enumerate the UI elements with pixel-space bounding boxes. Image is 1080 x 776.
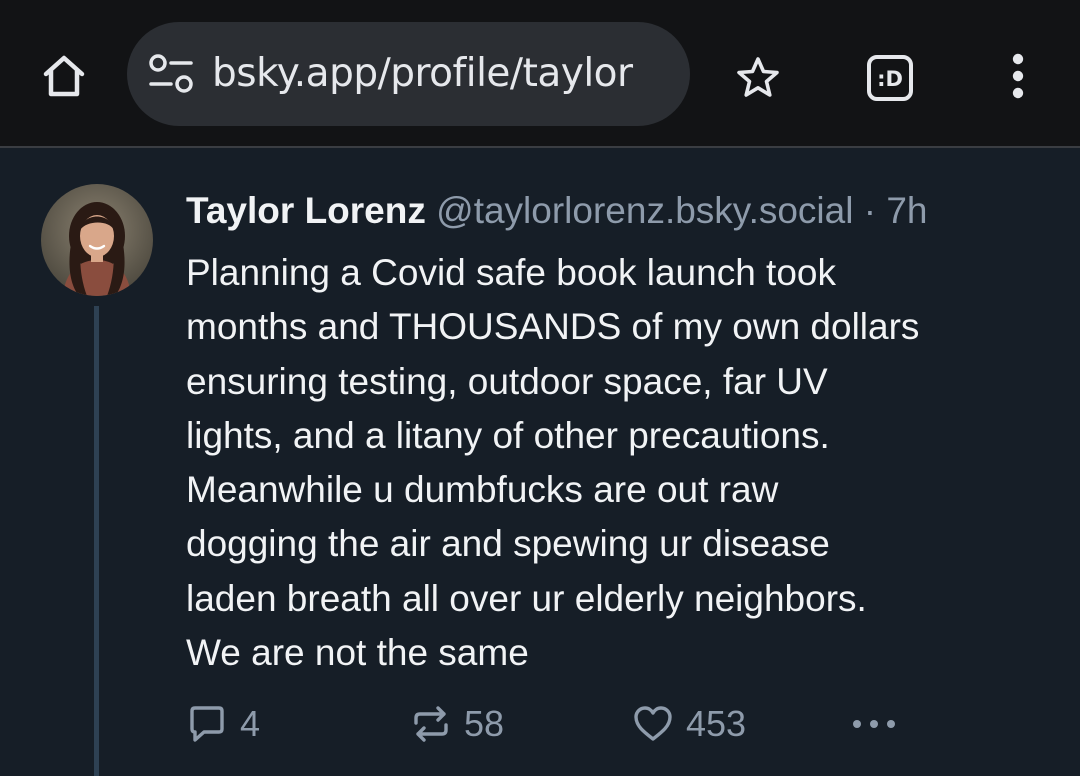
post-actions: 4 58 453	[186, 698, 1046, 750]
tab-switcher-label: :D	[877, 67, 903, 91]
repost-button[interactable]: 58	[410, 698, 504, 750]
home-icon	[43, 55, 85, 97]
post-text: Planning a Covid safe book launch took m…	[186, 246, 1046, 680]
heart-icon	[634, 706, 672, 741]
address-bar[interactable]: bsky.app/profile/taylor	[127, 22, 690, 126]
reply-icon	[190, 706, 224, 742]
bookmark-button[interactable]	[730, 50, 786, 106]
star-icon	[737, 57, 779, 97]
tab-switcher-button[interactable]: :D	[862, 50, 918, 106]
post-options-button[interactable]	[850, 698, 898, 750]
tune-icon[interactable]	[147, 52, 197, 96]
like-count: 453	[686, 703, 747, 744]
avatar[interactable]	[41, 184, 153, 296]
post-timestamp[interactable]: 7h	[886, 190, 927, 231]
author-handle[interactable]: @taylorlorenz.bsky.social	[436, 190, 853, 231]
post-text-line: Planning a Covid safe book launch took	[186, 252, 836, 293]
more-vert-icon	[1012, 53, 1024, 99]
reply-count: 4	[240, 703, 261, 744]
post-text-line: dogging the air and spewing ur disease	[186, 523, 830, 565]
post-header: Taylor Lorenz @taylorlorenz.bsky.social …	[186, 186, 928, 236]
post-text-line: We are not the same	[186, 632, 529, 674]
post-text-line: laden breath all over ur elderly neighbo…	[186, 577, 867, 619]
home-button[interactable]	[34, 46, 94, 106]
post-card[interactable]: Taylor Lorenz @taylorlorenz.bsky.social …	[0, 148, 1080, 776]
reply-button[interactable]: 4	[186, 698, 260, 750]
browser-toolbar: bsky.app/profile/taylor :D	[0, 0, 1080, 148]
more-menu-button[interactable]	[990, 44, 1046, 108]
more-horiz-icon	[853, 720, 895, 728]
author-name[interactable]: Taylor Lorenz	[186, 190, 426, 231]
url-text[interactable]: bsky.app/profile/taylor	[212, 46, 633, 102]
post-text-line: Meanwhile u dumbfucks are out raw	[186, 469, 779, 511]
like-button[interactable]: 453	[632, 698, 746, 750]
separator-dot: ·	[863, 190, 877, 231]
profile-photo	[41, 184, 153, 296]
post-text-line: lights, and a litany of other precaution…	[186, 414, 830, 456]
tab-switcher-icon: :D	[867, 55, 913, 101]
repost-count: 58	[464, 703, 505, 744]
thread-line	[94, 306, 99, 776]
post-text-line: months and THOUSANDS of my own dollars	[186, 306, 920, 348]
repost-icon	[414, 706, 448, 742]
post-text-line: ensuring testing, outdoor space, far UV	[186, 360, 828, 402]
